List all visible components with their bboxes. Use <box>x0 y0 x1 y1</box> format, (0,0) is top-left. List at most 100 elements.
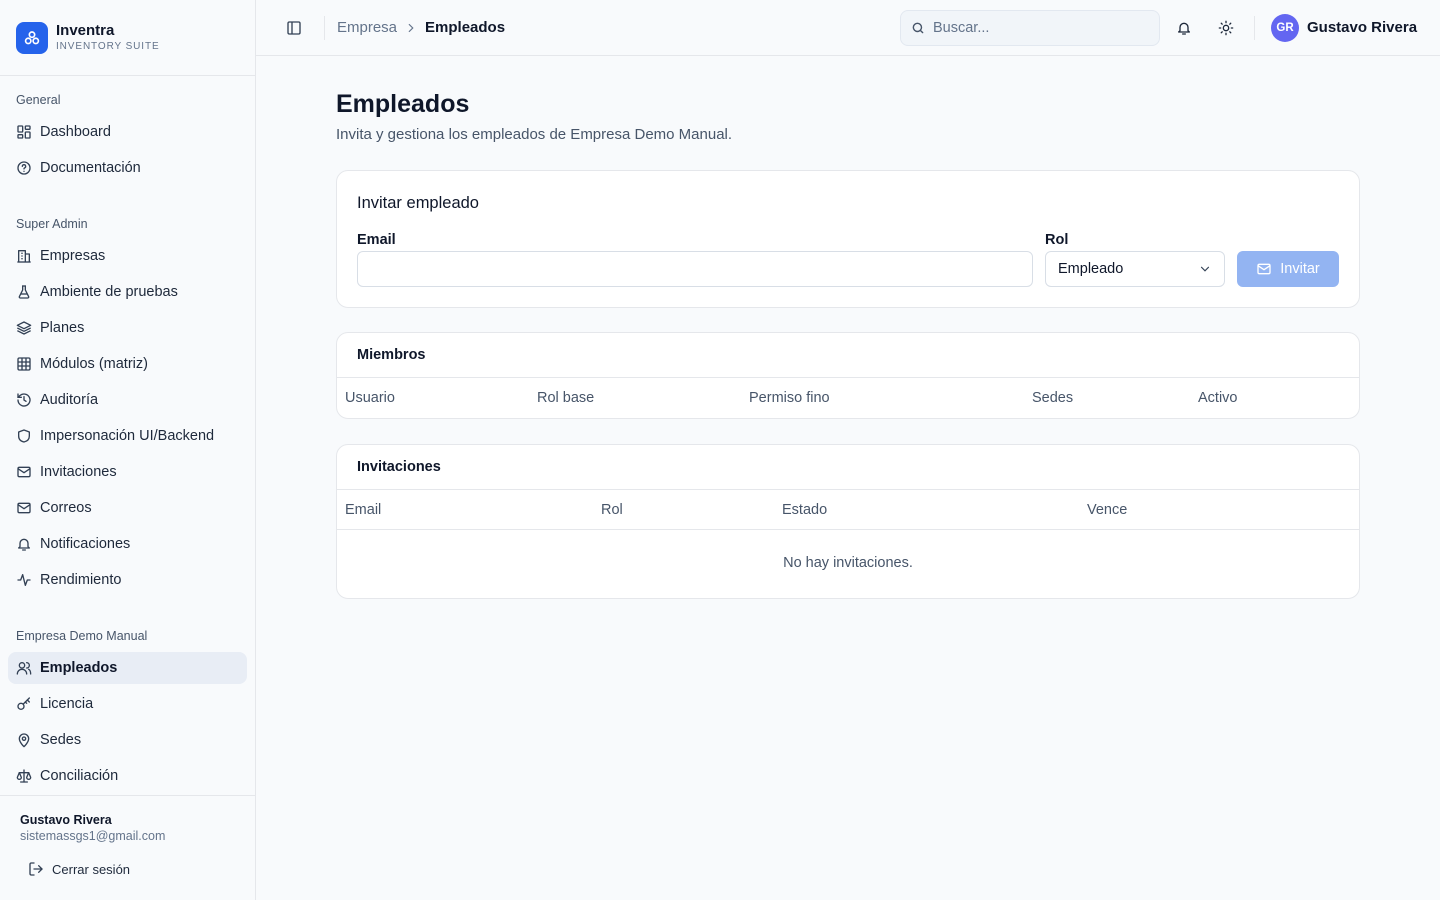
sun-icon <box>1218 20 1234 36</box>
notifications-button[interactable] <box>1168 12 1200 44</box>
column-header-rol-base[interactable]: Rol base <box>537 390 594 406</box>
brand-subtitle: INVENTORY SUITE <box>56 40 160 52</box>
search-box[interactable] <box>900 10 1160 46</box>
column-header-usuario[interactable]: Usuario <box>345 390 395 406</box>
members-card: Miembros Usuario Rol base Permiso fino S… <box>336 332 1360 419</box>
column-header-vence[interactable]: Vence <box>1087 502 1127 518</box>
sidebar-item-auditoria[interactable]: Auditoría <box>8 384 247 416</box>
sidebar-item-label: Ambiente de pruebas <box>40 284 178 300</box>
layers-icon <box>16 320 32 336</box>
sidebar-item-label: Rendimiento <box>40 572 122 588</box>
history-icon <box>16 392 32 408</box>
main-content: Empleados Invita y gestiona los empleado… <box>336 56 1360 599</box>
scale-icon <box>16 768 32 784</box>
invitations-table-header: Email Rol Estado Vence <box>337 490 1359 530</box>
bell-icon <box>1176 20 1192 36</box>
email-field[interactable] <box>357 251 1033 287</box>
sidebar-item-label: Módulos (matriz) <box>40 356 148 372</box>
members-table-header: Usuario Rol base Permiso fino Sedes Acti… <box>337 378 1359 419</box>
sidebar-toggle-icon <box>286 20 302 36</box>
footer-user-name: Gustavo Rivera <box>20 813 112 827</box>
brand[interactable]: Inventra INVENTORY SUITE <box>0 0 255 76</box>
sidebar-item-documentacion[interactable]: Documentación <box>8 152 247 184</box>
divider <box>1254 16 1255 40</box>
invite-card-title: Invitar empleado <box>357 194 479 212</box>
invitations-card-title: Invitaciones <box>357 459 441 475</box>
sidebar-item-conciliacion[interactable]: Conciliación <box>8 760 247 792</box>
column-header-rol[interactable]: Rol <box>601 502 623 518</box>
footer-user-email: sistemassgs1@gmail.com <box>20 829 166 843</box>
page-title: Empleados <box>336 90 470 118</box>
divider <box>324 15 325 40</box>
mail-icon <box>1256 261 1272 277</box>
sidebar-item-label: Planes <box>40 320 85 336</box>
avatar[interactable]: GR <box>1271 14 1299 42</box>
sidebar-item-notificaciones[interactable]: Notificaciones <box>8 528 247 560</box>
sidebar-nav: General Dashboard Documentación Super Ad… <box>0 76 255 792</box>
sidebar-item-label: Correos <box>40 500 92 516</box>
sidebar-item-label: Impersonación UI/Backend <box>40 428 215 444</box>
column-header-permiso-fino[interactable]: Permiso fino <box>749 390 830 406</box>
column-header-activo[interactable]: Activo <box>1198 390 1238 406</box>
sidebar-item-ambiente-de-pruebas[interactable]: Ambiente de pruebas <box>8 276 247 308</box>
breadcrumb-current: Empleados <box>425 19 506 36</box>
flask-icon <box>16 284 32 300</box>
sidebar-item-label: Sedes <box>40 732 82 748</box>
mail-icon <box>16 464 32 480</box>
topbar: Empresa Empleados GR Gustavo Rivera <box>256 0 1440 56</box>
grid-icon <box>16 124 32 140</box>
sidebar-item-label: Auditoría <box>40 392 99 408</box>
invite-card: Invitar empleado Email Rol Empleado Invi… <box>336 170 1360 308</box>
sidebar-item-sedes[interactable]: Sedes <box>8 724 247 756</box>
sidebar-item-empresas[interactable]: Empresas <box>8 240 247 272</box>
section-title-general: General <box>16 93 61 107</box>
logout-label: Cerrar sesión <box>52 861 131 877</box>
role-label: Rol <box>1045 232 1069 248</box>
sidebar-item-label: Licencia <box>40 696 94 712</box>
sidebar-item-invitaciones[interactable]: Invitaciones <box>8 456 247 488</box>
invitations-card: Invitaciones Email Rol Estado Vence No h… <box>336 444 1360 599</box>
members-card-header: Miembros <box>337 333 1359 378</box>
breadcrumb-empresa[interactable]: Empresa <box>337 19 397 36</box>
sidebar-item-licencia[interactable]: Licencia <box>8 688 247 720</box>
sidebar-item-label: Documentación <box>40 160 141 176</box>
brand-name: Inventra <box>56 21 115 39</box>
sidebar-item-label: Conciliación <box>40 768 119 784</box>
sidebar-item-dashboard[interactable]: Dashboard <box>8 116 247 148</box>
invite-button-label: Invitar <box>1280 261 1320 277</box>
topbar-user-name[interactable]: Gustavo Rivera <box>1307 19 1417 36</box>
shield-icon <box>16 428 32 444</box>
email-label: Email <box>357 232 396 248</box>
sidebar-item-empleados[interactable]: Empleados <box>8 652 247 684</box>
map-pin-icon <box>16 732 32 748</box>
table-icon <box>16 356 32 372</box>
section-title-empresa: Empresa Demo Manual <box>16 629 148 643</box>
sidebar: Inventra INVENTORY SUITE General Dashboa… <box>0 0 256 900</box>
section-title-super-admin: Super Admin <box>16 217 88 231</box>
sidebar-item-impersonacion[interactable]: Impersonación UI/Backend <box>8 420 247 452</box>
theme-toggle-button[interactable] <box>1210 12 1242 44</box>
column-header-email[interactable]: Email <box>345 502 381 518</box>
activity-icon <box>16 572 32 588</box>
sidebar-item-correos[interactable]: Correos <box>8 492 247 524</box>
column-header-estado[interactable]: Estado <box>782 502 827 518</box>
sidebar-item-modulos[interactable]: Módulos (matriz) <box>8 348 247 380</box>
users-icon <box>16 660 32 676</box>
role-select[interactable]: Empleado <box>1045 251 1225 287</box>
sidebar-item-rendimiento[interactable]: Rendimiento <box>8 564 247 596</box>
sidebar-toggle-button[interactable] <box>278 12 310 44</box>
sidebar-item-label: Empleados <box>40 660 118 676</box>
column-header-sedes[interactable]: Sedes <box>1032 390 1073 406</box>
logout-button[interactable]: Cerrar sesión <box>28 858 235 880</box>
search-input[interactable] <box>933 20 1143 36</box>
sidebar-item-label: Empresas <box>40 248 106 264</box>
members-card-title: Miembros <box>357 347 426 363</box>
invite-button[interactable]: Invitar <box>1237 251 1339 287</box>
sidebar-item-label: Notificaciones <box>40 536 131 552</box>
sidebar-item-planes[interactable]: Planes <box>8 312 247 344</box>
brand-logo-icon <box>16 21 48 54</box>
role-select-value: Empleado <box>1058 261 1124 277</box>
empty-state-text: No hay invitaciones. <box>783 555 913 571</box>
key-icon <box>16 696 32 712</box>
page-subtitle: Invita y gestiona los empleados de Empre… <box>336 126 733 143</box>
